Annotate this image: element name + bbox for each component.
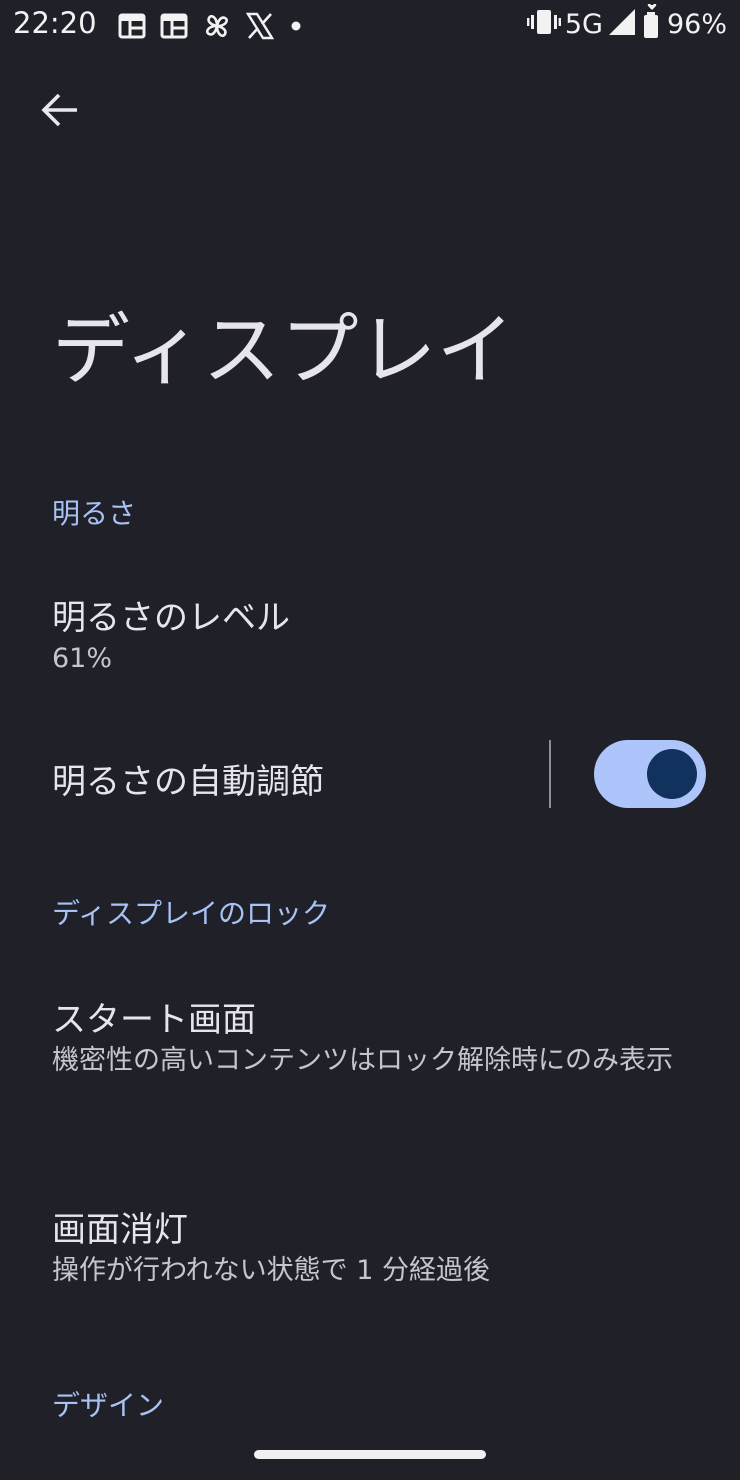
battery-level: 96% <box>666 8 727 40</box>
notification-icons <box>118 10 304 42</box>
calendar-icon <box>118 13 146 39</box>
network-type: 5G <box>564 8 603 40</box>
section-header-brightness: 明るさ <box>52 497 137 530</box>
brightness-level-title: 明るさのレベル <box>52 598 290 638</box>
divider <box>549 740 551 808</box>
dot-icon <box>288 18 304 34</box>
status-bar: 22:20 5G 96% <box>0 0 740 52</box>
lock-screen-title: スタート画面 <box>52 1000 256 1040</box>
page-title: ディスプレイ <box>52 306 515 396</box>
section-header-design: デザイン <box>52 1389 165 1422</box>
toggle-knob <box>647 749 697 799</box>
battery-icon <box>641 3 663 44</box>
adaptive-brightness-toggle[interactable] <box>594 740 706 808</box>
status-time: 22:20 <box>13 6 97 40</box>
x-logo-icon <box>246 12 274 40</box>
brightness-level-value: 61% <box>52 643 113 674</box>
pinwheel-icon <box>202 11 232 41</box>
screen-timeout-summary: 操作が行われない状態で 1 分経過後 <box>52 1255 490 1286</box>
arrow-back-icon <box>41 93 79 131</box>
signal-icon <box>607 7 637 41</box>
calendar-icon <box>160 13 188 39</box>
vibrate-icon <box>526 9 561 39</box>
gesture-nav-handle[interactable] <box>254 1450 486 1459</box>
lock-screen-summary: 機密性の高いコンテンツはロック解除時にのみ表示 <box>52 1045 673 1076</box>
section-header-lock: ディスプレイのロック <box>52 897 331 930</box>
system-status: 5G 96% <box>526 3 727 44</box>
screen-timeout-title: 画面消灯 <box>52 1210 188 1250</box>
back-button[interactable] <box>30 82 90 142</box>
adaptive-brightness-title: 明るさの自動調節 <box>52 762 324 802</box>
